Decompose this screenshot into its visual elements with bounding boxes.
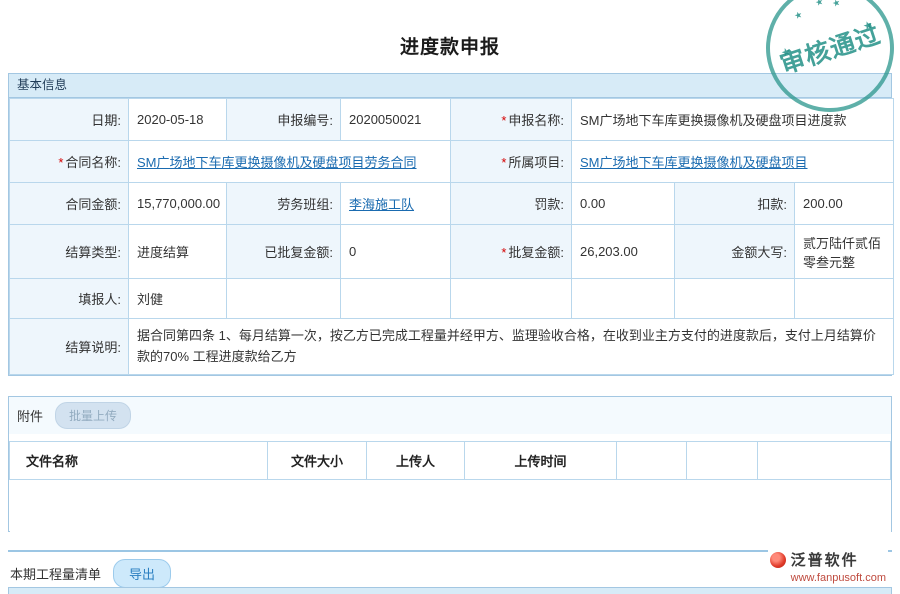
col-empty [758,442,891,480]
attachments-title: 附件 [17,406,43,425]
col-uploader: 上传人 [367,442,465,480]
penalty-label: 罚款: [451,183,572,225]
batch-upload-button[interactable]: 批量上传 [55,402,131,429]
attachments-empty-area [10,480,891,532]
required-marker: * [58,155,63,170]
brand-url: www.fanpusoft.com [770,572,886,584]
decl-name-label: *申报名称: [451,99,572,141]
date-label: 日期: [10,99,129,141]
project-link[interactable]: SM广场地下车库更换摄像机及硬盘项目 [580,155,808,170]
boq-table-header-partial [8,587,892,594]
labor-team-link[interactable]: 李海施工队 [349,197,414,212]
empty-cell [451,279,572,319]
col-empty [617,442,687,480]
contract-amount-label: 合同金额: [10,183,129,225]
amount-words-value: 贰万陆仟贰佰零叁元整 [795,225,894,279]
table-row: 结算类型: 进度结算 已批复金额: 0 *批复金额: 26,203.00 金额大… [10,225,894,279]
col-upload-time: 上传时间 [465,442,617,480]
required-marker: * [501,245,506,260]
basic-info-title: 基本信息 [17,78,67,92]
filler-label: 填报人: [10,279,129,319]
fanpu-watermark: 泛普软件 www.fanpusoft.com [768,548,888,585]
basic-info-header: 基本信息 [9,74,891,98]
decl-name-label-text: 申报名称: [508,113,564,128]
note-label: 结算说明: [10,319,129,375]
decl-no-value: 2020050021 [341,99,451,141]
required-marker: * [501,113,506,128]
deduction-label: 扣款: [675,183,795,225]
table-row: 填报人: 刘健 [10,279,894,319]
approved-done-label: 已批复金额: [227,225,341,279]
contract-name-label: *合同名称: [10,141,129,183]
table-row: *合同名称: SM广场地下车库更换摄像机及硬盘项目劳务合同 *所属项目: SM广… [10,141,894,183]
date-value: 2020-05-18 [129,99,227,141]
note-value: 据合同第四条 1、每月结算一次，按乙方已完成工程量并经甲方、监理验收合格，在收到… [129,319,894,375]
project-label: *所属项目: [451,141,572,183]
approved-amount-label: *批复金额: [451,225,572,279]
empty-cell [572,279,675,319]
stamp-star-icon: ★ [831,0,842,10]
basic-info-section: 基本信息 日期: 2020-05-18 申报编号: 2020050021 *申报… [8,73,892,376]
contract-name-label-text: 合同名称: [65,155,121,170]
contract-name-link[interactable]: SM广场地下车库更换摄像机及硬盘项目劳务合同 [137,155,417,170]
boq-section: 本期工程量清单 导出 [8,550,892,588]
table-row: 结算说明: 据合同第四条 1、每月结算一次，按乙方已完成工程量并经甲方、监理验收… [10,319,894,375]
approved-amount-label-text: 批复金额: [508,245,564,260]
col-empty [687,442,758,480]
penalty-value: 0.00 [572,183,675,225]
brand-name: 泛普软件 [791,549,859,570]
filler-value: 刘健 [129,279,227,319]
empty-cell [795,279,894,319]
attachments-header-row: 文件名称 文件大小 上传人 上传时间 [10,442,891,480]
export-button[interactable]: 导出 [113,559,171,588]
attachments-empty-row [10,480,891,532]
empty-cell [227,279,341,319]
attachments-table: 文件名称 文件大小 上传人 上传时间 [9,441,891,532]
project-label-text: 所属项目: [508,155,564,170]
settlement-type-value: 进度结算 [129,225,227,279]
contract-amount-value: 15,770,000.00 [129,183,227,225]
attachments-section: 附件 批量上传 文件名称 文件大小 上传人 上传时间 [8,396,892,532]
empty-cell [675,279,795,319]
empty-cell [341,279,451,319]
basic-info-table: 日期: 2020-05-18 申报编号: 2020050021 *申报名称: S… [9,98,894,375]
stamp-star-icon: ★ [793,9,804,22]
settlement-type-label: 结算类型: [10,225,129,279]
required-marker: * [501,155,506,170]
col-file-name: 文件名称 [10,442,268,480]
project-cell: SM广场地下车库更换摄像机及硬盘项目 [572,141,894,183]
stamp-star-icon: ★ [814,0,825,9]
deduction-value: 200.00 [795,183,894,225]
table-row: 日期: 2020-05-18 申报编号: 2020050021 *申报名称: S… [10,99,894,141]
approved-amount-value: 26,203.00 [572,225,675,279]
amount-words-label: 金额大写: [675,225,795,279]
brand-row: 泛普软件 [770,549,886,570]
boq-title: 本期工程量清单 [8,564,101,583]
decl-no-label: 申报编号: [227,99,341,141]
fanpu-logo-icon [770,552,786,568]
attachments-header: 附件 批量上传 [9,397,891,434]
labor-team-label: 劳务班组: [227,183,341,225]
approved-done-value: 0 [341,225,451,279]
contract-name-cell: SM广场地下车库更换摄像机及硬盘项目劳务合同 [129,141,451,183]
table-row: 合同金额: 15,770,000.00 劳务班组: 李海施工队 罚款: 0.00… [10,183,894,225]
col-file-size: 文件大小 [268,442,367,480]
labor-team-cell: 李海施工队 [341,183,451,225]
